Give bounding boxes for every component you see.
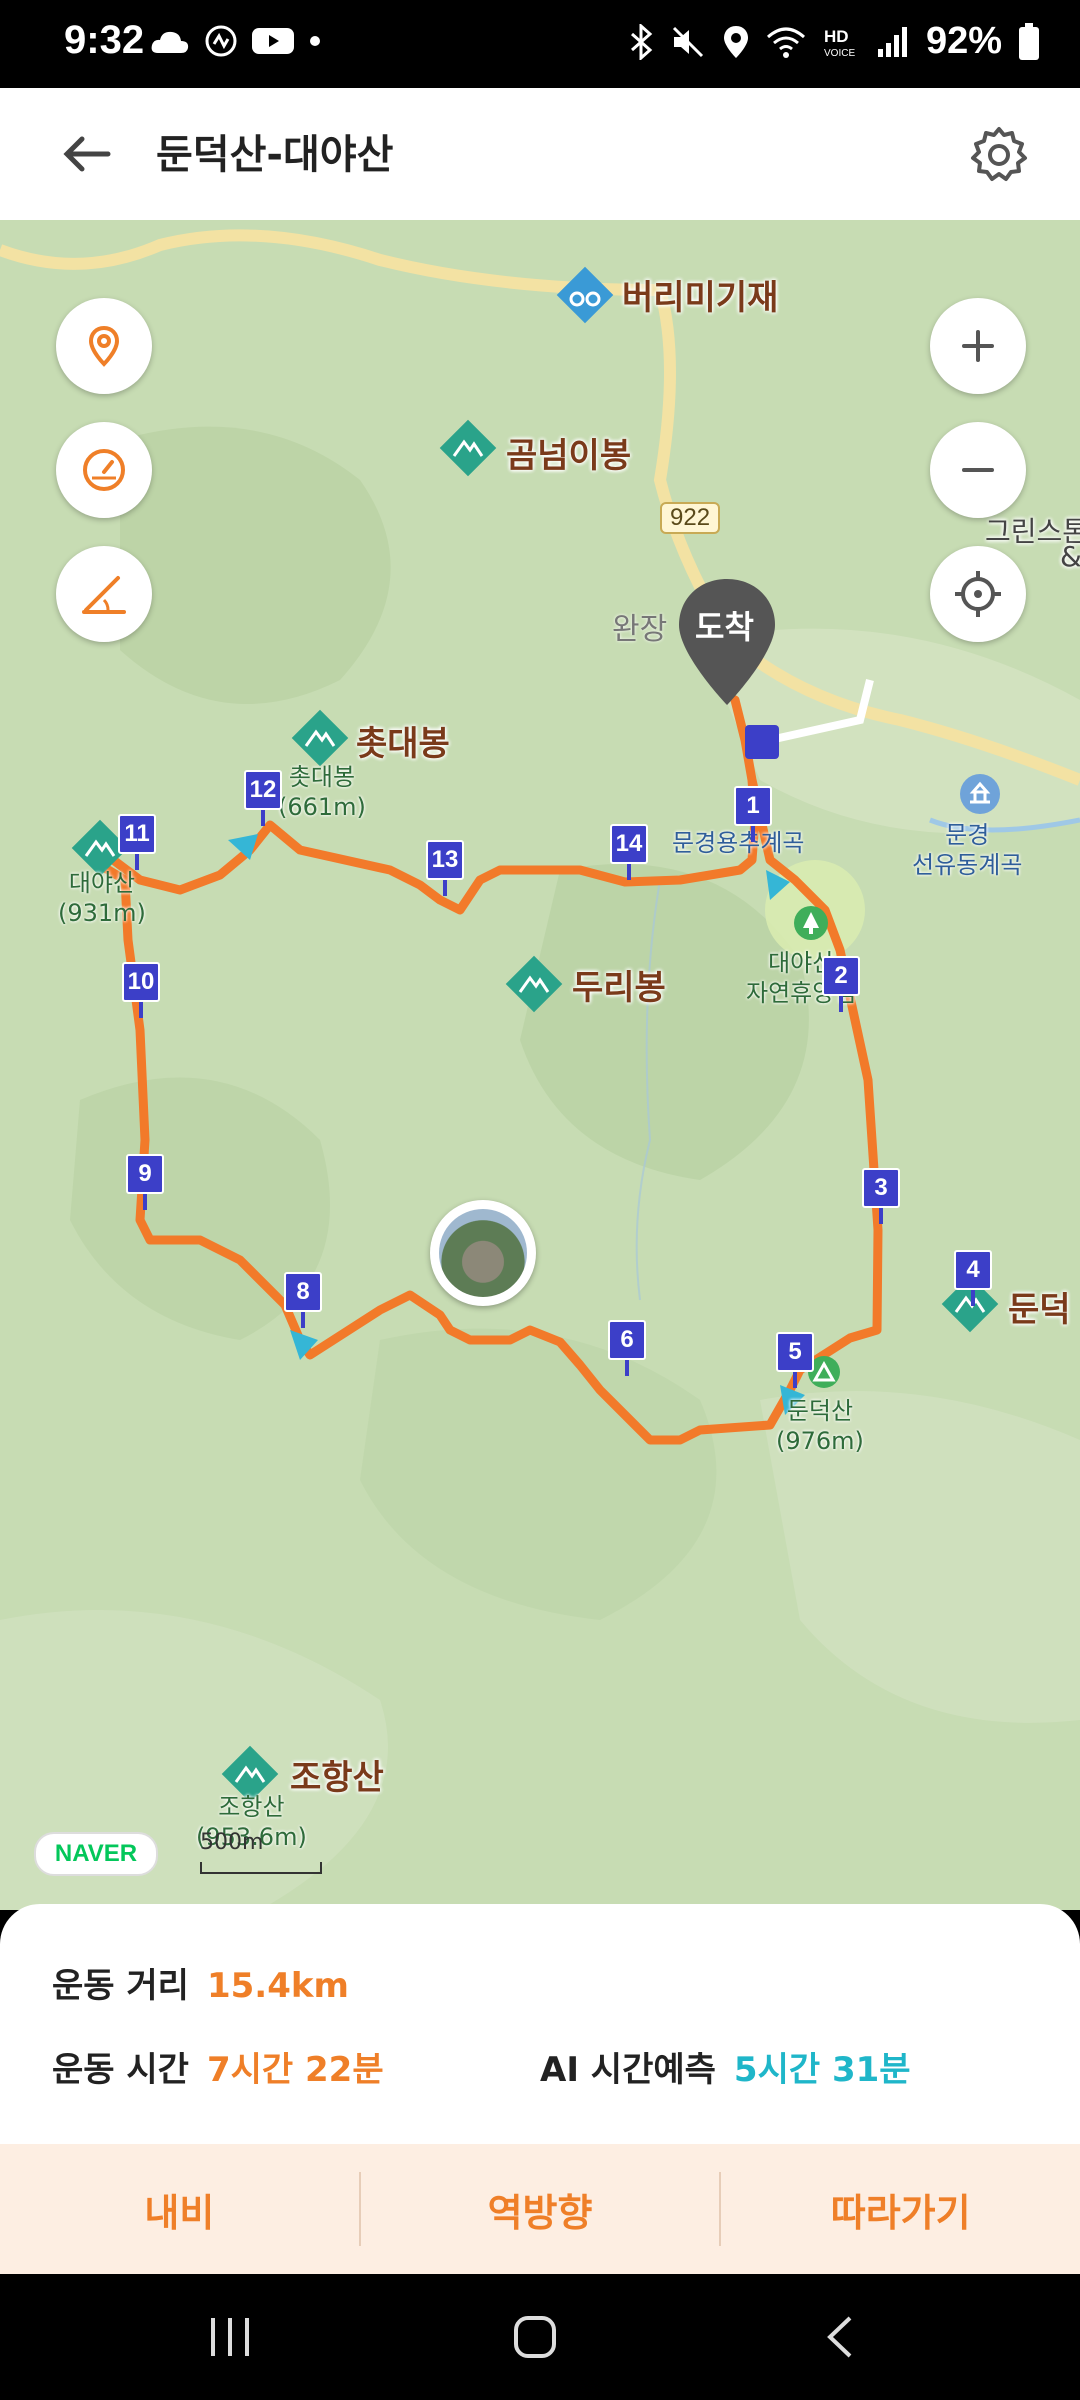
gear-icon[interactable] bbox=[968, 124, 1030, 186]
dot-icon bbox=[310, 36, 320, 46]
home-icon[interactable] bbox=[512, 2314, 558, 2360]
trail-map[interactable]: 버리미기재 곰넘이봉 922 완장 그린스톤 & 도착 촛대봉 촛대봉 (661m… bbox=[0, 220, 1080, 1910]
crosshair-icon bbox=[955, 571, 1001, 617]
mute-icon bbox=[672, 26, 703, 57]
ai-prediction-value: 5시간 31분 bbox=[733, 2050, 911, 2090]
page-title: 둔덕산-대야산 bbox=[156, 132, 394, 178]
time-value: 7시간 22분 bbox=[206, 2050, 384, 2090]
label-wanjang: 완장 bbox=[612, 612, 668, 647]
ai-prediction-label: AI 시간예측 bbox=[540, 2050, 716, 2090]
label-greenstone-amp: & bbox=[1060, 540, 1080, 573]
distance-label: 운동 거리 bbox=[52, 1966, 189, 2006]
location-icon bbox=[723, 25, 748, 58]
label-chotdaebong-peak: 촛대봉 (661m) bbox=[278, 763, 366, 821]
bluetooth-icon bbox=[630, 23, 653, 60]
navigation-button[interactable]: 내비 bbox=[0, 2144, 359, 2274]
wifi-icon bbox=[766, 27, 805, 58]
mountain-pin-icon bbox=[291, 709, 349, 767]
follow-button[interactable]: 따라가기 bbox=[721, 2144, 1080, 2274]
label-dundeoksan-peak: 둔덕산 (976m) bbox=[776, 1397, 864, 1455]
waypoint-marker[interactable]: 5 bbox=[776, 1332, 814, 1388]
youtube-icon bbox=[252, 28, 294, 54]
waypoint-marker[interactable]: 9 bbox=[126, 1154, 164, 1210]
waypoint-marker[interactable]: 10 bbox=[122, 962, 160, 1018]
naver-logo: NAVER bbox=[34, 1832, 158, 1876]
forest-icon bbox=[794, 906, 828, 940]
map-scale: 500m bbox=[200, 1830, 322, 1874]
action-bar: 내비 역방향 따라가기 bbox=[0, 2144, 1080, 2274]
waypoint-marker[interactable]: 4 bbox=[954, 1250, 992, 1306]
status-bar: 9:32 HD VOICE 92% bbox=[0, 0, 1080, 88]
svg-text:HD: HD bbox=[824, 27, 849, 46]
activity-icon bbox=[205, 25, 237, 57]
elevation-button[interactable] bbox=[56, 546, 152, 642]
distance-value: 15.4km bbox=[206, 1966, 349, 2006]
cycle-pin-icon bbox=[556, 266, 614, 324]
battery-icon bbox=[1019, 22, 1039, 60]
zoom-out-button[interactable] bbox=[930, 422, 1026, 518]
photo-marker[interactable] bbox=[430, 1200, 536, 1306]
ai-prediction-row: AI 시간예측 5시간 31분 bbox=[540, 2042, 911, 2091]
app-header: 둔덕산-대야산 bbox=[0, 88, 1080, 221]
svg-text:VOICE: VOICE bbox=[824, 48, 855, 59]
waypoint-marker[interactable]: 6 bbox=[608, 1320, 646, 1376]
waypoint-marker[interactable]: 2 bbox=[822, 956, 860, 1012]
current-location-button[interactable] bbox=[930, 546, 1026, 642]
time-label: 운동 시간 bbox=[52, 2050, 189, 2090]
location-pin-icon bbox=[88, 325, 120, 367]
temple-icon bbox=[960, 774, 1000, 814]
label-burimigije: 버리미기재 bbox=[622, 278, 779, 318]
waypoint-marker[interactable]: 11 bbox=[118, 814, 156, 870]
label-dundeok: 둔덕 bbox=[1008, 1290, 1071, 1330]
distance-row: 운동 거리 15.4km bbox=[52, 1958, 349, 2007]
minus-icon bbox=[962, 468, 994, 472]
arrival-label: 도착 bbox=[695, 608, 754, 646]
label-mungyeong-valley: 문경용추계곡 bbox=[672, 829, 805, 857]
slope-icon bbox=[82, 576, 126, 614]
waypoint-marker[interactable]: 12 bbox=[244, 770, 282, 826]
waypoint-marker[interactable]: 3 bbox=[862, 1168, 900, 1224]
time-row: 운동 시간 7시간 22분 bbox=[52, 2042, 384, 2091]
recent-apps-icon[interactable] bbox=[205, 2314, 255, 2360]
mountain-pin-icon bbox=[439, 419, 497, 477]
plus-icon bbox=[962, 330, 994, 362]
waypoint-marker[interactable]: 8 bbox=[284, 1272, 322, 1328]
back-arrow-icon[interactable] bbox=[58, 124, 118, 184]
reverse-button[interactable]: 역방향 bbox=[361, 2144, 720, 2274]
cloud-icon bbox=[151, 31, 189, 53]
hd-voice-icon: HD VOICE bbox=[824, 27, 855, 59]
label-gomnumibong: 곰넘이봉 bbox=[506, 436, 632, 476]
waypoint-marker[interactable]: 1 bbox=[734, 786, 772, 842]
zoom-in-button[interactable] bbox=[930, 298, 1026, 394]
road-number-badge: 922 bbox=[660, 502, 721, 534]
status-time: 9:32 bbox=[64, 18, 145, 62]
mountain-pin-icon bbox=[505, 955, 563, 1013]
signal-icon bbox=[877, 26, 907, 57]
label-daeyasan-peak: 대야산 (931m) bbox=[58, 869, 146, 927]
label-duribong: 두리봉 bbox=[572, 968, 666, 1008]
back-icon[interactable] bbox=[822, 2314, 858, 2360]
system-nav-bar bbox=[0, 2274, 1080, 2400]
speed-gauge-button[interactable] bbox=[56, 422, 152, 518]
waypoint-marker[interactable]: 14 bbox=[610, 824, 648, 880]
label-seonyudong: 문경 선유동계곡 bbox=[912, 821, 1023, 879]
label-chotdaebong: 촛대봉 bbox=[356, 724, 450, 764]
battery-percent: 92% bbox=[925, 20, 1002, 62]
speedometer-icon bbox=[83, 449, 125, 491]
route-info-panel: 운동 거리 15.4km 운동 시간 7시간 22분 AI 시간예측 5시간 31분 bbox=[0, 1904, 1080, 2144]
waypoint-marker[interactable]: 13 bbox=[426, 840, 464, 896]
location-pin-button[interactable] bbox=[56, 298, 152, 394]
photo-thumbnail bbox=[439, 1209, 527, 1297]
